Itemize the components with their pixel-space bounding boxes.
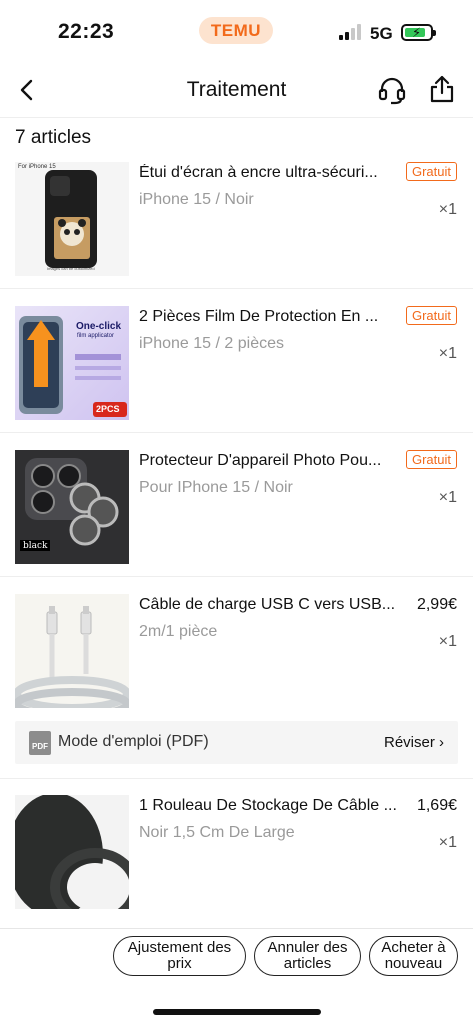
buy-again-button[interactable]: Acheter à nouveau (369, 936, 458, 976)
nav-bar: Traitement (0, 64, 473, 118)
manual-row[interactable]: PDF Mode d'emploi (PDF) Réviser › (15, 721, 458, 764)
item-quantity: ×1 (438, 834, 457, 851)
item-quantity: ×1 (438, 489, 457, 506)
list-item[interactable]: 1 Rouleau De Stockage De Câble ... 1,69€… (0, 779, 473, 922)
thumb-caption: 2PCS (96, 404, 120, 414)
cancel-items-button[interactable]: Annuler des articles (254, 936, 361, 976)
bottom-bar-divider (0, 928, 473, 929)
price-adjustment-button[interactable]: Ajustement des prix (113, 936, 246, 976)
share-button[interactable] (428, 74, 456, 104)
item-title[interactable]: Câble de charge USB C vers USB... (139, 596, 401, 614)
item-variant: Noir 1,5 Cm De Large (139, 824, 295, 841)
free-badge: Gratuit (405, 450, 457, 469)
item-quantity: ×1 (438, 633, 457, 650)
item-variant: 2m/1 pièce (139, 623, 218, 640)
thumb-caption: For iPhone 15 (18, 164, 56, 170)
list-item[interactable]: For iPhone 15 Images can be customized É… (0, 146, 473, 289)
item-title[interactable]: 1 Rouleau De Stockage De Câble ... (139, 797, 401, 815)
product-thumbnail[interactable]: black (15, 450, 129, 564)
free-badge: Gratuit (405, 162, 457, 181)
home-indicator[interactable] (153, 1009, 321, 1015)
share-icon (430, 75, 454, 103)
status-bar: 22:23 TEMU 5G ⚡ (0, 0, 473, 64)
item-price: 2,99€ (416, 596, 457, 613)
thumb-caption: black (23, 541, 48, 551)
item-quantity: ×1 (438, 201, 457, 218)
product-thumbnail[interactable] (15, 594, 129, 708)
item-quantity: ×1 (438, 345, 457, 362)
list-item[interactable]: One-click film applicator 2PCS 2 Pièces … (0, 290, 473, 433)
product-thumbnail[interactable]: For iPhone 15 Images can be customized (15, 162, 129, 276)
manual-label: Mode d'emploi (PDF) (58, 733, 209, 750)
item-title[interactable]: Protecteur D'appareil Photo Pou... (139, 452, 401, 470)
free-badge: Gratuit (405, 306, 457, 325)
item-variant: iPhone 15 / 2 pièces (139, 335, 284, 352)
pdf-icon: PDF (29, 731, 51, 755)
item-variant: Pour IPhone 15 / Noir (139, 479, 293, 496)
thumb-caption: Images can be customized (47, 266, 95, 271)
headset-icon (378, 77, 406, 105)
item-variant: iPhone 15 / Noir (139, 191, 254, 208)
product-thumbnail[interactable] (15, 795, 129, 909)
item-title[interactable]: 2 Pièces Film De Protection En ... (139, 308, 401, 326)
review-link[interactable]: Réviser › (384, 734, 444, 751)
list-item[interactable]: Câble de charge USB C vers USB... 2,99€ … (0, 578, 473, 721)
battery-icon: ⚡ (401, 24, 436, 41)
product-thumbnail[interactable]: One-click film applicator 2PCS (15, 306, 129, 420)
clock: 22:23 (58, 20, 115, 43)
thumb-caption: film applicator (77, 333, 115, 339)
signal-icon (339, 24, 363, 40)
item-price: 1,69€ (416, 797, 457, 814)
brand-pill[interactable]: TEMU (199, 17, 273, 44)
network-label: 5G (370, 24, 393, 43)
thumb-caption: One-click (76, 321, 122, 332)
support-button[interactable] (377, 75, 407, 105)
item-title[interactable]: Étui d'écran à encre ultra-sécuri... (139, 164, 401, 182)
list-item[interactable]: black Protecteur D'appareil Photo Pou...… (0, 434, 473, 577)
